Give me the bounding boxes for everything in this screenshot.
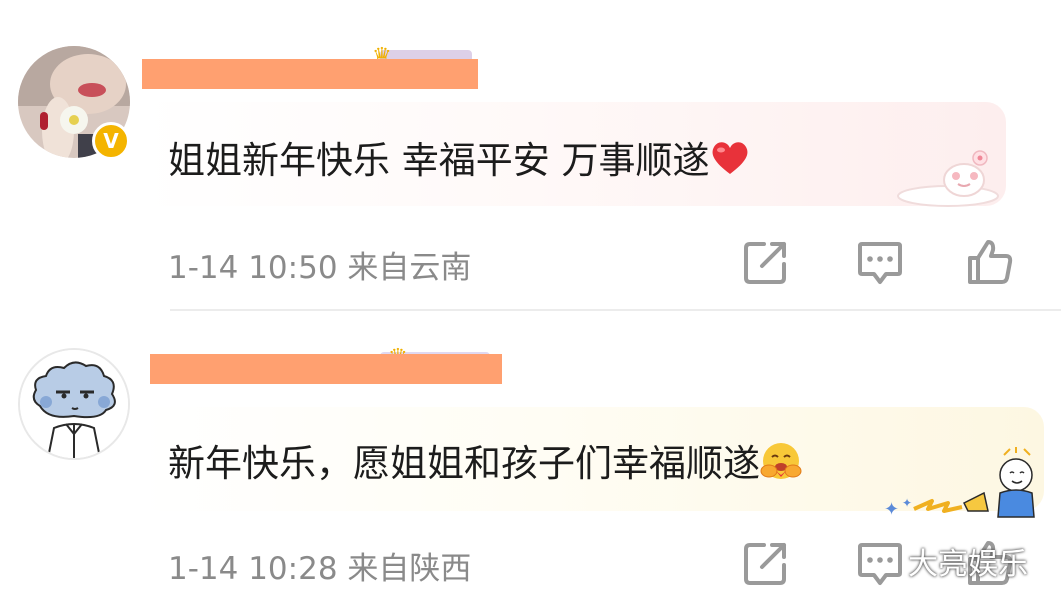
comment-text: 新年快乐，愿姐姐和孩子们幸福顺遂 <box>168 433 802 490</box>
comment-meta: 1-14 10:50 来自云南 <box>168 242 471 287</box>
like-button[interactable] <box>966 238 1014 286</box>
cartoon-megaphone-sticker-icon: ✦ ✦ <box>884 445 1044 527</box>
avatar[interactable] <box>18 348 130 460</box>
comment-meta: 1-14 10:28 来自陕西 <box>168 543 471 588</box>
comment-time: 1-14 10:28 <box>168 551 338 587</box>
comment-item: ♛ ✦ ✦ 新年快乐，愿姐姐和孩子们幸福顺遂 1-14 10:28 来自陕西 <box>0 311 1061 597</box>
sleeping-cat-sticker-icon <box>888 146 1000 214</box>
watermark: 大亮娱乐 <box>908 547 1028 582</box>
share-icon <box>744 543 786 585</box>
comment-location: 来自陕西 <box>347 551 472 587</box>
reply-icon <box>858 543 902 585</box>
username-redacted[interactable] <box>150 354 502 384</box>
share-button[interactable] <box>742 238 790 286</box>
comment-text: 姐姐新年快乐 幸福平安 万事顺遂 <box>168 130 750 185</box>
comment-location: 来自云南 <box>347 250 472 286</box>
red-heart-icon <box>710 140 750 185</box>
share-button[interactable] <box>742 539 790 587</box>
reply-button[interactable] <box>856 539 904 587</box>
reply-button[interactable] <box>856 238 904 286</box>
verified-badge-icon: V <box>92 122 130 160</box>
like-icon <box>968 240 1013 284</box>
share-icon <box>744 242 786 284</box>
svg-text:✦: ✦ <box>884 499 899 520</box>
hugging-face-emoji-icon <box>760 441 802 490</box>
comment-time: 1-14 10:50 <box>168 250 338 286</box>
reply-icon <box>858 242 902 284</box>
svg-text:✦: ✦ <box>902 496 912 510</box>
comment-item: V ♛ 姐姐新年快乐 幸福平安 万事顺遂 1-14 10:50 来自云南 <box>0 0 1061 310</box>
username-redacted[interactable] <box>142 59 478 89</box>
